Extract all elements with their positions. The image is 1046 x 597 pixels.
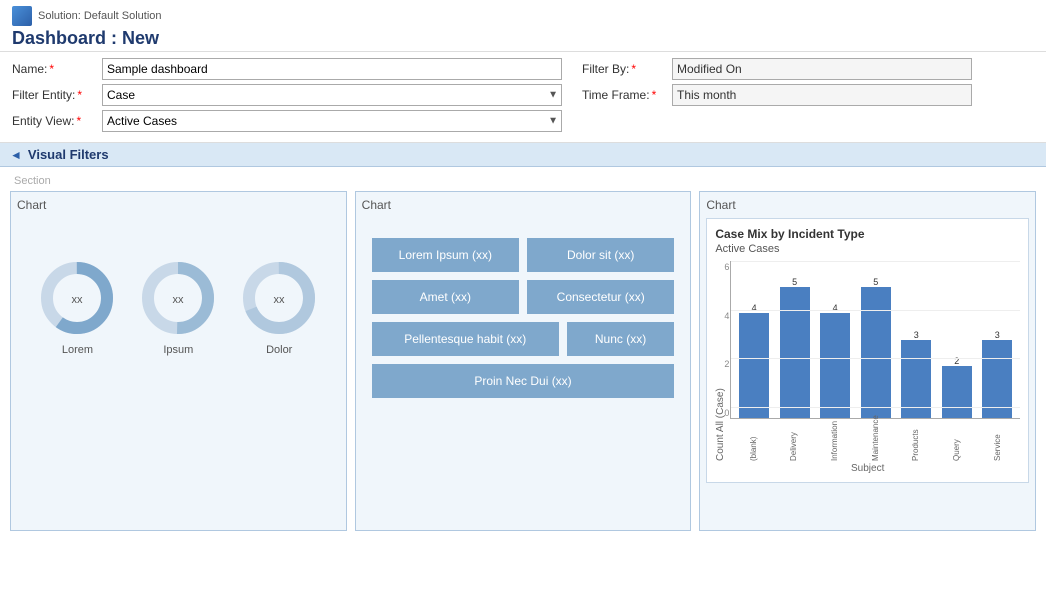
treemap-btn-5[interactable]: Pellentesque habit (xx) [372,322,559,356]
chart-block-1: Chart xx Lorem xx Ipsum [10,191,347,531]
section-label: Section [14,175,1036,187]
chart-2-title: Chart [362,198,685,212]
entity-view-select[interactable]: Active Cases All Cases My Cases [102,110,562,132]
bar-rect-5 [901,340,931,419]
x-label-6: Query [952,421,961,461]
chart-block-3: Chart Case Mix by Incident Type Active C… [699,191,1036,531]
entity-view-row: Entity View:* Active Cases All Cases My … [12,110,562,132]
collapse-arrow-icon[interactable]: ◄ [10,148,22,162]
bar-col-6: 2 [938,261,976,418]
solution-label: Solution: Default Solution [12,6,1034,26]
filter-by-row: Filter By:* [582,58,1034,80]
chart-block-2: Chart Lorem Ipsum (xx) Dolor sit (xx) Am… [355,191,692,531]
treemap-btn-7[interactable]: Proin Nec Dui (xx) [372,364,675,398]
donut-label-2: Ipsum [163,344,193,356]
x-label-1: (blank) [749,421,758,461]
entity-view-select-wrap: Active Cases All Cases My Cases ▼ [102,110,562,132]
bar-col-2: 5 [776,261,814,418]
form-area: Name:* Filter Entity:* Case Account Cont… [0,52,1046,143]
donut-svg-2: xx [138,258,218,338]
form-right: Filter By:* Time Frame:* [582,58,1034,136]
treemap-row-1: Lorem Ipsum (xx) Dolor sit (xx) [372,238,675,272]
treemap-btn-1[interactable]: Lorem Ipsum (xx) [372,238,519,272]
entity-view-label: Entity View:* [12,114,102,128]
time-frame-row: Time Frame:* [582,84,1034,106]
filter-entity-select-wrap: Case Account Contact ▼ [102,84,562,106]
treemap-container: Lorem Ipsum (xx) Dolor sit (xx) Amet (xx… [362,218,685,418]
treemap-row-2: Amet (xx) Consectetur (xx) [372,280,675,314]
time-frame-input [672,84,972,106]
visual-filters-title: Visual Filters [28,147,109,162]
x-axis-label: Subject [715,463,1020,474]
treemap-btn-3[interactable]: Amet (xx) [372,280,519,314]
bar-rect-6 [942,366,972,418]
x-label-3: Information [830,421,839,461]
name-row: Name:* [12,58,562,80]
solution-icon [12,6,32,26]
treemap-btn-2[interactable]: Dolor sit (xx) [527,238,674,272]
donut-item-3: xx Dolor [239,258,319,356]
donut-svg-1: xx [37,258,117,338]
treemap-row-3: Pellentesque habit (xx) Nunc (xx) [372,322,675,356]
bar-col-3: 4 [816,261,854,418]
time-frame-label: Time Frame:* [582,88,672,102]
name-label: Name:* [12,62,102,76]
x-labels-row: (blank) Delivery Information Maintenance… [730,421,1020,461]
visual-filters-area: Section Chart xx Lorem xx [0,167,1046,539]
bar-chart-area: Case Mix by Incident Type Active Cases C… [706,218,1029,483]
x-label-4: Maintenance [871,421,880,461]
donut-item-1: xx Lorem [37,258,117,356]
y-axis-label: Count All (Case) [715,261,726,461]
svg-text:xx: xx [274,294,286,306]
filter-by-label: Filter By:* [582,62,672,76]
top-bar: Solution: Default Solution Dashboard : N… [0,0,1046,52]
bar-rect-7 [982,340,1012,419]
bar-col-4: 5 [857,261,895,418]
filter-entity-label: Filter Entity:* [12,88,102,102]
name-input[interactable] [102,58,562,80]
solution-text: Solution: Default Solution [38,10,162,22]
x-label-7: Service [993,421,1002,461]
treemap-row-4: Proin Nec Dui (xx) [372,364,675,398]
treemap-btn-6[interactable]: Nunc (xx) [567,322,675,356]
bar-col-7: 3 [979,261,1017,418]
svg-text:xx: xx [72,294,84,306]
chart-3-title: Chart [706,198,1029,212]
donut-container: xx Lorem xx Ipsum xx [17,218,340,366]
bar-rect-1 [739,313,769,418]
donut-label-3: Dolor [266,344,292,356]
bar-col-1: 4 [735,261,773,418]
filter-entity-row: Filter Entity:* Case Account Contact ▼ [12,84,562,106]
form-left: Name:* Filter Entity:* Case Account Cont… [12,58,562,136]
x-label-5: Products [911,421,920,461]
visual-filters-header: ◄ Visual Filters [0,143,1046,167]
svg-text:xx: xx [173,294,185,306]
bar-chart-subtitle: Active Cases [715,243,1020,255]
x-label-2: Delivery [789,421,798,461]
donut-label-1: Lorem [62,344,93,356]
filter-entity-select[interactable]: Case Account Contact [102,84,562,106]
bar-chart-title: Case Mix by Incident Type [715,227,1020,241]
treemap-btn-4[interactable]: Consectetur (xx) [527,280,674,314]
dashboard-title: Dashboard : New [12,28,1034,49]
bar-rect-4 [861,287,891,418]
bar-col-5: 3 [897,261,935,418]
donut-item-2: xx Ipsum [138,258,218,356]
bar-rect-3 [820,313,850,418]
chart-1-title: Chart [17,198,340,212]
charts-row: Chart xx Lorem xx Ipsum [10,191,1036,531]
filter-by-input [672,58,972,80]
donut-svg-3: xx [239,258,319,338]
bar-rect-2 [780,287,810,418]
